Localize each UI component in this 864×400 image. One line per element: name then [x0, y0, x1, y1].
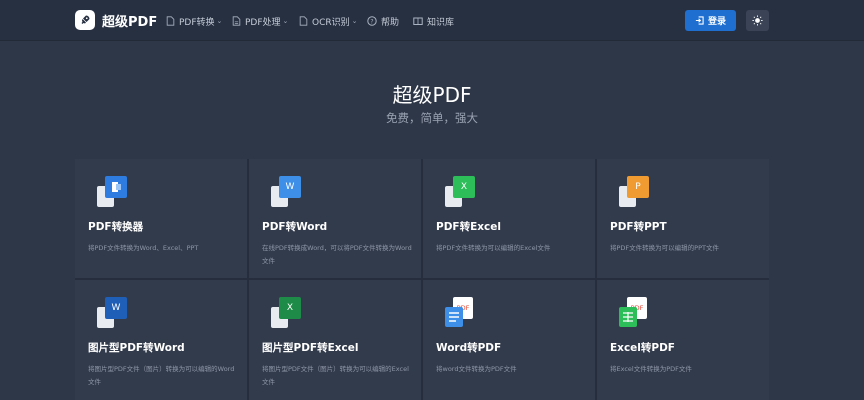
login-icon — [695, 16, 704, 25]
ppt-icon: P — [619, 176, 651, 208]
hero-subtitle: 免费，简单，强大 — [386, 111, 478, 125]
nav-ocr[interactable]: OCR识别 ⌄ — [299, 14, 358, 28]
nav-pdf-process[interactable]: PDF处理 ⌄ — [232, 14, 288, 28]
tool-card-desc: 将图片型PDF文件（图片）转换为可以编辑的Word文件 — [88, 365, 235, 386]
rocket-logo-icon — [75, 10, 95, 30]
tool-card-title: PDF转PPT — [610, 221, 667, 233]
tool-card-image-pdf-to-excel[interactable]: X 图片型PDF转Excel 将图片型PDF文件（图片）转换为可以编辑的Exce… — [249, 280, 421, 400]
image-pdf-word-icon: W — [97, 297, 129, 329]
tool-card-title: Word转PDF — [436, 342, 502, 354]
nav-knowledge-base-label: 知识库 — [427, 17, 455, 28]
tool-card-word-to-pdf[interactable]: PDF Word转PDF 将word文件转换为PDF文件 — [423, 280, 595, 400]
nav-knowledge-base[interactable]: 知识库 — [413, 14, 454, 28]
tool-card-desc: 将PDF文件转换为Word、Excel、PPT — [88, 244, 199, 252]
hero-title: 超级PDF — [392, 83, 472, 107]
nav-pdf-process-label: PDF处理 — [245, 17, 281, 28]
pdf-converter-icon — [97, 176, 129, 208]
tool-card-title: PDF转Word — [262, 221, 328, 233]
file-icon — [299, 16, 308, 26]
tool-card-desc: 将word文件转换为PDF文件 — [436, 365, 517, 373]
tool-card-pdf-to-ppt[interactable]: P PDF转PPT 将PDF文件转换为可以编辑的PPT文件 — [597, 159, 769, 278]
excel-to-pdf-icon: PDF — [619, 297, 651, 329]
nav-help-label: 帮助 — [381, 17, 400, 28]
nav-ocr-label: OCR识别 — [312, 17, 350, 28]
sun-icon — [752, 15, 763, 26]
brand[interactable]: 超级PDF — [75, 10, 157, 30]
tool-card-desc: 将PDF文件转换为可以编辑的PPT文件 — [610, 244, 719, 252]
tool-card-image-pdf-to-word[interactable]: W 图片型PDF转Word 将图片型PDF文件（图片）转换为可以编辑的Word文… — [75, 280, 247, 400]
tool-card-desc: 在线PDF转换成Word，可以将PDF文件转换为Word文件 — [262, 244, 412, 265]
svg-text:?: ? — [370, 18, 373, 25]
word-to-pdf-icon: PDF — [445, 297, 477, 329]
tool-card-pdf-converter[interactable]: PDF转换器 将PDF文件转换为Word、Excel、PPT — [75, 159, 247, 278]
word-icon: W — [271, 176, 303, 208]
chevron-down-icon: ⌄ — [351, 17, 358, 25]
top-navbar: 超级PDF PDF转换 ⌄ PDF处理 ⌄ OCR识别 ⌄ ? 帮助 知识库 登… — [0, 0, 864, 41]
login-label: 登录 — [707, 17, 726, 27]
tool-card-title: 图片型PDF转Word — [88, 342, 185, 354]
file-icon — [232, 16, 241, 26]
theme-toggle-button[interactable] — [746, 10, 769, 31]
tool-grid: PDF转换器 将PDF文件转换为Word、Excel、PPT W PDF转Wor… — [75, 159, 769, 400]
file-icon — [166, 16, 175, 26]
tool-card-desc: 将PDF文件转换为可以编辑的Excel文件 — [436, 244, 551, 252]
nav-pdf-convert-label: PDF转换 — [179, 17, 215, 28]
chevron-down-icon: ⌄ — [282, 17, 289, 25]
login-button[interactable]: 登录 — [685, 10, 736, 31]
brand-name: 超级PDF — [102, 14, 158, 30]
tool-card-title: PDF转Excel — [436, 221, 501, 233]
tool-card-desc: 将图片型PDF文件（图片）转换为可以编辑的Excel文件 — [262, 365, 409, 386]
tool-card-pdf-to-excel[interactable]: X PDF转Excel 将PDF文件转换为可以编辑的Excel文件 — [423, 159, 595, 278]
image-pdf-excel-icon: X — [271, 297, 303, 329]
excel-icon: X — [445, 176, 477, 208]
tool-card-excel-to-pdf[interactable]: PDF Excel转PDF 将Excel文件转换为PDF文件 — [597, 280, 769, 400]
nav-help[interactable]: ? 帮助 — [367, 14, 399, 28]
tool-card-title: 图片型PDF转Excel — [262, 342, 359, 354]
chevron-down-icon: ⌄ — [216, 17, 223, 25]
book-icon — [413, 17, 423, 25]
tool-card-title: Excel转PDF — [610, 342, 675, 354]
tool-card-pdf-to-word[interactable]: W PDF转Word 在线PDF转换成Word，可以将PDF文件转换为Word文… — [249, 159, 421, 278]
nav-pdf-convert[interactable]: PDF转换 ⌄ — [166, 14, 222, 28]
help-icon: ? — [367, 16, 377, 26]
tool-card-title: PDF转换器 — [88, 221, 144, 233]
tool-card-desc: 将Excel文件转换为PDF文件 — [610, 365, 692, 373]
